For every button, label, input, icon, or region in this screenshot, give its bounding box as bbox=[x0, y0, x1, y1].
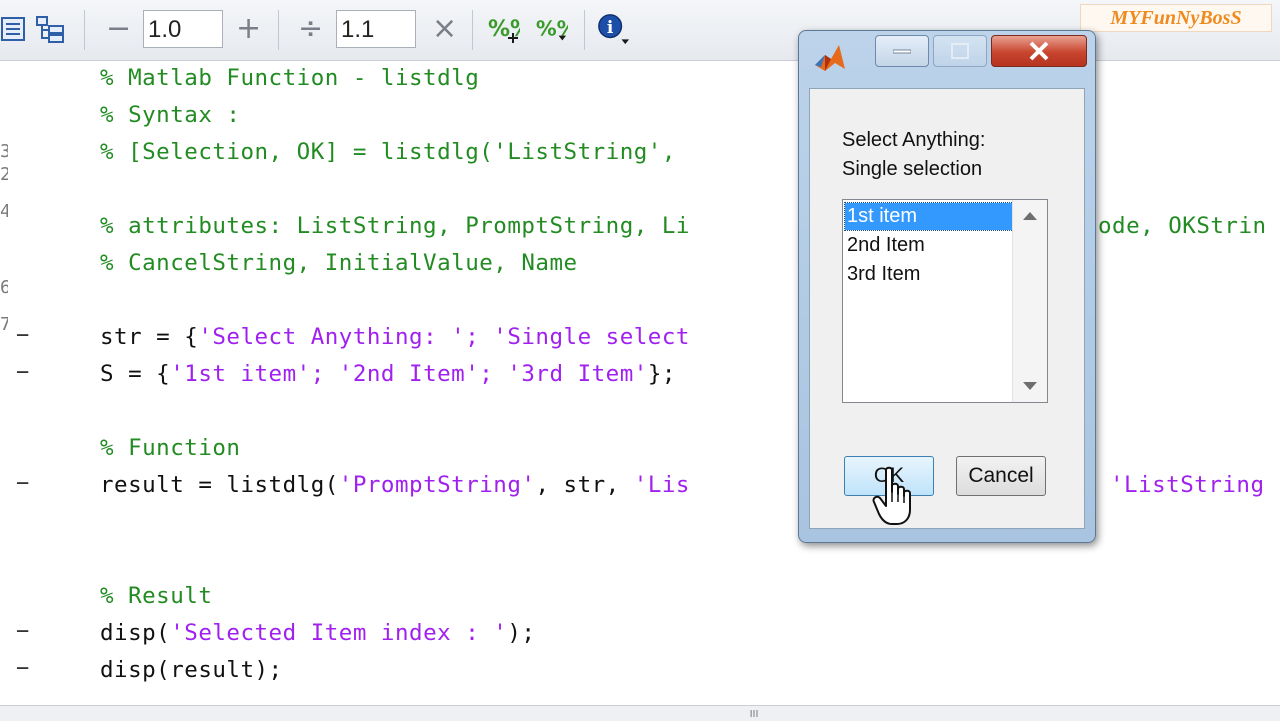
code-line: disp(result); bbox=[100, 657, 283, 683]
minimize-button[interactable] bbox=[875, 35, 929, 67]
code-line: % Matlab Function - listdlg bbox=[100, 65, 480, 91]
code-line: % [Selection, OK] = listdlg('ListString'… bbox=[100, 139, 676, 165]
line-number: 6 bbox=[0, 277, 8, 298]
code-line: S = {'1st item'; '2nd Item'; '3rd Item'}… bbox=[100, 361, 676, 387]
code-text: }; bbox=[647, 361, 676, 387]
breakpoint-dash[interactable]: − bbox=[16, 619, 29, 644]
code-string: 'Select Anything: '; 'Single select bbox=[198, 324, 690, 350]
maximize-button bbox=[933, 35, 987, 67]
code-line-tail: ode, OKStrin bbox=[1098, 213, 1267, 239]
divide-icon[interactable]: ÷ bbox=[298, 12, 323, 46]
percent-add-icon[interactable]: %% bbox=[486, 12, 520, 46]
line-number: 4 bbox=[0, 201, 8, 222]
breakpoint-dash[interactable]: − bbox=[16, 471, 29, 496]
info-icon[interactable]: i bbox=[596, 12, 630, 46]
code-text: result = listdlg( bbox=[100, 472, 339, 498]
svg-text:i: i bbox=[607, 18, 614, 38]
line-number-gutter: 2 3 4 6 7 − − − − − bbox=[0, 61, 40, 705]
horizontal-scrollbar[interactable]: III bbox=[0, 705, 1280, 721]
times-icon[interactable]: × bbox=[432, 12, 457, 46]
list-item-1st-item[interactable]: 1st item bbox=[844, 202, 1014, 231]
code-line: % attributes: ListString, PromptString, … bbox=[100, 213, 690, 239]
cell-list-icon[interactable] bbox=[0, 12, 30, 46]
scroll-grip-icon[interactable]: III bbox=[744, 709, 764, 720]
divide-input[interactable]: 1.1 bbox=[336, 10, 416, 48]
selection-listbox[interactable]: 1st item 2nd Item 3rd Item bbox=[842, 199, 1048, 403]
line-number: 2 bbox=[0, 164, 8, 185]
code-line: % Result bbox=[100, 583, 213, 609]
plus-icon[interactable]: + bbox=[236, 12, 261, 46]
code-line-tail: 'ListString bbox=[1110, 472, 1265, 498]
code-text: disp( bbox=[100, 620, 171, 646]
list-item-3rd-item[interactable]: 3rd Item bbox=[845, 261, 1013, 288]
code-line: result = listdlg('PromptString', str, 'L… bbox=[100, 472, 690, 498]
toolbar-separator bbox=[584, 10, 585, 50]
code-string: 'Selected Item index : ' bbox=[170, 620, 508, 646]
dialog-client-area: Select Anything: Single selection 1st it… bbox=[809, 88, 1085, 529]
code-text: S = { bbox=[100, 361, 171, 387]
list-item-2nd-item[interactable]: 2nd Item bbox=[845, 232, 1013, 259]
toolbar-separator bbox=[472, 10, 473, 50]
line-number: 3 bbox=[0, 141, 8, 162]
code-string: 'PromptString' bbox=[338, 472, 536, 498]
cell-tree-icon[interactable] bbox=[34, 12, 68, 46]
prompt-line-2: Single selection bbox=[842, 158, 983, 180]
line-number: 7 bbox=[0, 314, 8, 335]
close-button[interactable] bbox=[991, 35, 1087, 67]
toolbar-separator bbox=[84, 10, 85, 50]
code-line: str = {'Select Anything: '; 'Single sele… bbox=[100, 324, 690, 350]
breakpoint-dash[interactable]: − bbox=[16, 360, 29, 385]
listdlg-dialog: Select Anything: Single selection 1st it… bbox=[798, 30, 1096, 543]
code-line: % CancelString, InitialValue, Name bbox=[100, 250, 578, 276]
minus-icon[interactable]: − bbox=[106, 12, 131, 46]
code-text: ); bbox=[507, 620, 536, 646]
matlab-logo-icon bbox=[811, 41, 847, 77]
code-line: % Function bbox=[100, 435, 241, 461]
prompt-line-1: Select Anything: bbox=[842, 129, 986, 151]
code-line: disp('Selected Item index : '); bbox=[100, 620, 535, 646]
code-text: , str, bbox=[535, 472, 634, 498]
percent-menu-icon[interactable]: %% bbox=[534, 12, 568, 46]
scroll-up-icon[interactable] bbox=[1023, 212, 1037, 220]
toolbar-separator bbox=[278, 10, 279, 50]
breakpoint-dash[interactable]: − bbox=[16, 656, 29, 681]
hand-pointer-cursor-icon bbox=[872, 466, 918, 528]
cancel-button[interactable]: Cancel bbox=[956, 456, 1046, 496]
code-string: '1st item'; '2nd Item'; '3rd Item' bbox=[170, 361, 648, 387]
scroll-down-icon[interactable] bbox=[1023, 382, 1037, 390]
code-text: str = { bbox=[100, 324, 199, 350]
listbox-scrollbar[interactable] bbox=[1012, 200, 1047, 402]
watermark-logo: MYFunNyBosS bbox=[1080, 4, 1272, 32]
breakpoint-dash[interactable]: − bbox=[16, 323, 29, 348]
code-line: % Syntax : bbox=[100, 102, 241, 128]
code-string: 'Lis bbox=[633, 472, 690, 498]
scale-input[interactable]: 1.0 bbox=[143, 10, 223, 48]
